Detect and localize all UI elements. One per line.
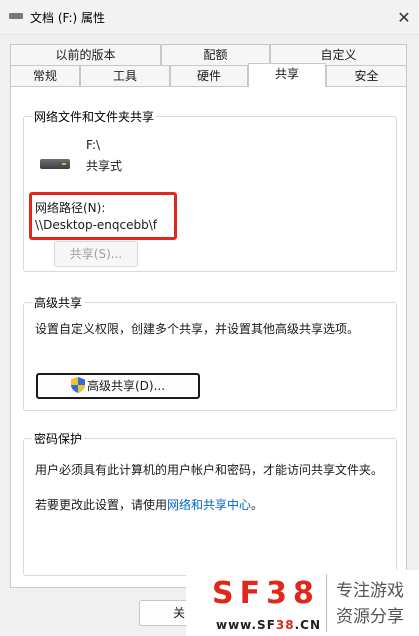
password-protection-title: 密码保护 — [32, 430, 85, 447]
drive-share-status: 共享式 — [86, 159, 123, 173]
change-setting-period: 。 — [251, 498, 264, 512]
tab-general[interactable]: 常规 — [10, 65, 80, 86]
network-sharing-title: 网络文件和文件夹共享 — [32, 108, 157, 125]
watermark-divider — [326, 574, 327, 632]
advanced-sharing-title: 高级共享 — [32, 294, 85, 311]
tab-tools[interactable]: 工具 — [80, 65, 170, 86]
tab-panel-sharing: 网络文件和文件夹共享 F:\ 共享式 网络路径(N): \\Desktop-en… — [10, 86, 407, 588]
tab-sharing[interactable]: 共享 — [248, 63, 326, 87]
network-sharing-center-link[interactable]: 网络和共享中心 — [167, 498, 251, 512]
drive-name: F:\ — [86, 138, 101, 152]
advanced-sharing-group: 高级共享 设置自定义权限，创建多个共享，并设置其他高级共享选项。 高级共享(D)… — [23, 294, 397, 411]
advanced-sharing-description: 设置自定义权限，创建多个共享，并设置其他高级共享选项。 — [35, 322, 360, 336]
network-sharing-group: 网络文件和文件夹共享 F:\ 共享式 网络路径(N): \\Desktop-en… — [23, 108, 397, 272]
share-button[interactable]: 共享(S)... — [54, 241, 138, 267]
change-setting-text: 若要更改此设置，请使用网络和共享中心。 — [35, 496, 263, 513]
tab-security[interactable]: 安全 — [326, 65, 407, 86]
window-title: 文档 (F:) 属性 — [30, 11, 106, 25]
uac-shield-icon — [70, 377, 85, 393]
network-path-label: 网络路径(N): — [35, 201, 106, 215]
watermark-slogan: 专注游戏 资源分享 — [336, 581, 404, 627]
advanced-sharing-button[interactable]: 高级共享(D)... — [36, 373, 200, 399]
tab-customize[interactable]: 自定义 — [270, 44, 407, 65]
close-icon[interactable]: ✕ — [389, 0, 419, 34]
drive-icon — [9, 13, 23, 19]
drive-icon — [40, 157, 70, 171]
advanced-sharing-button-label: 高级共享(D)... — [86, 379, 166, 393]
tab-hardware[interactable]: 硬件 — [170, 65, 248, 86]
tab-previous-versions[interactable]: 以前的版本 — [10, 44, 161, 65]
watermark: SF38 www.SF38.CN 专注游戏 资源分享 — [186, 570, 419, 636]
password-protection-group: 密码保护 用户必须具有此计算机的用户帐户和密码，才能访问共享文件夹。 若要更改此… — [23, 430, 397, 576]
watermark-logo: SF38 — [212, 576, 320, 611]
password-protection-description: 用户必须具有此计算机的用户帐户和密码，才能访问共享文件夹。 — [35, 463, 384, 477]
change-setting-prefix: 若要更改此设置，请使用 — [35, 498, 168, 512]
network-path-value[interactable]: \\Desktop-enqcebb\f — [35, 218, 157, 232]
tab-quota[interactable]: 配额 — [161, 44, 270, 65]
watermark-site: www.SF38.CN — [216, 618, 322, 632]
title-bar: 文档 (F:) 属性 ✕ — [0, 0, 419, 35]
